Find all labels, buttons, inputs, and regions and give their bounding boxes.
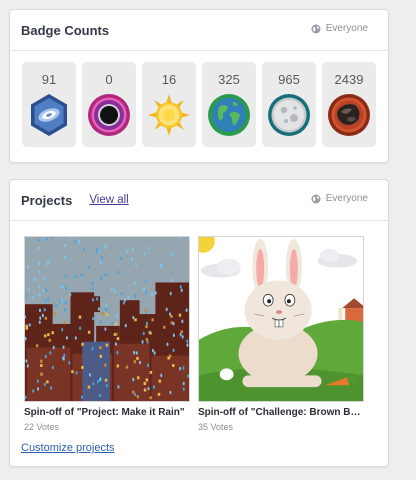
view-all-link[interactable]: View all bbox=[89, 194, 128, 206]
badge-count: 16 bbox=[161, 72, 177, 87]
badge-visibility-indicator: Everyone bbox=[311, 23, 368, 34]
globe-icon bbox=[311, 24, 321, 33]
badge-tile[interactable]: 965 bbox=[262, 62, 316, 147]
badge-counts-title: Badge Counts bbox=[21, 22, 110, 38]
project-title[interactable]: Spin-off of "Challenge: Brown Bucky" bbox=[198, 407, 366, 418]
black-hole-badge-icon bbox=[88, 94, 130, 136]
project-card: Spin-off of "Challenge: Brown Bucky" 35 … bbox=[198, 236, 366, 432]
projects-title: Projects bbox=[21, 192, 73, 208]
projects-header: Projects View all Everyone bbox=[10, 180, 388, 221]
project-votes: 35 Votes bbox=[198, 422, 234, 432]
badge-tile[interactable]: 2439 bbox=[322, 62, 376, 147]
badge-count: 325 bbox=[218, 72, 240, 87]
projects-card: Projects View all Everyone Spin-off of "… bbox=[9, 179, 389, 467]
projects-visibility-indicator: Everyone bbox=[311, 193, 368, 204]
badge-tile[interactable]: 16 bbox=[142, 62, 196, 147]
badge-tile[interactable]: 0 bbox=[82, 62, 136, 147]
badge-count: 2439 bbox=[334, 72, 364, 87]
badge-count: 91 bbox=[41, 72, 57, 87]
badge-count: 0 bbox=[105, 72, 113, 87]
blue-hexagon-badge-icon bbox=[31, 94, 67, 136]
badge-counts-card: Badge Counts Everyone 91 0 16 325 965 24… bbox=[9, 9, 389, 163]
badge-counts-header: Badge Counts Everyone bbox=[10, 10, 388, 51]
globe-icon bbox=[311, 194, 321, 203]
badge-tile[interactable]: 91 bbox=[22, 62, 76, 147]
bunny-thumbnail[interactable] bbox=[198, 236, 364, 402]
badge-visibility-label: Everyone bbox=[325, 23, 368, 34]
projects-visibility-label: Everyone bbox=[325, 193, 368, 204]
rain-city-thumbnail[interactable] bbox=[24, 236, 190, 402]
project-card: Spin-off of "Project: Make it Rain" 22 V… bbox=[24, 236, 192, 432]
earth-badge-icon bbox=[208, 94, 250, 136]
badge-count: 965 bbox=[278, 72, 300, 87]
meteorite-badge-icon bbox=[328, 94, 370, 136]
sun-badge-icon bbox=[148, 94, 190, 136]
projects-row: Spin-off of "Project: Make it Rain" 22 V… bbox=[24, 236, 372, 432]
moon-badge-icon bbox=[268, 94, 310, 136]
badge-tile[interactable]: 325 bbox=[202, 62, 256, 147]
badge-row: 91 0 16 325 965 2439 bbox=[22, 62, 382, 147]
project-votes: 22 Votes bbox=[24, 422, 60, 432]
project-title[interactable]: Spin-off of "Project: Make it Rain" bbox=[24, 407, 192, 418]
customize-projects-link[interactable]: Customize projects bbox=[21, 442, 115, 454]
